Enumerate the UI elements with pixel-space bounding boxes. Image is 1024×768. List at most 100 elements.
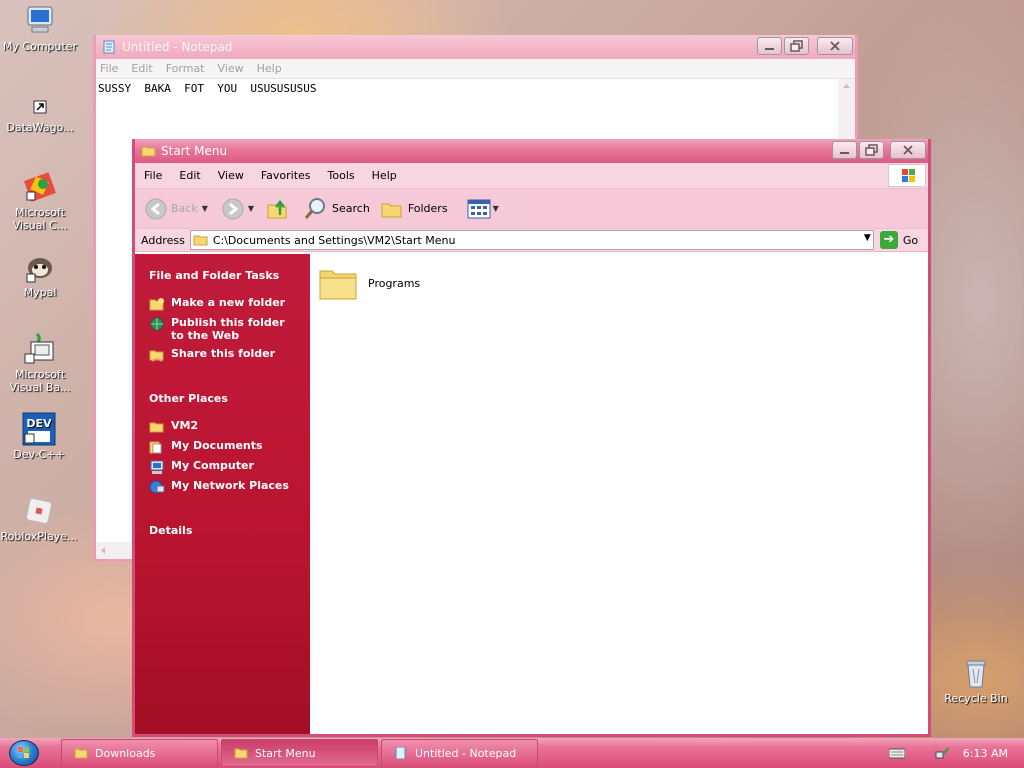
network-icon[interactable] <box>935 746 951 760</box>
close-icon <box>830 41 840 51</box>
start-button[interactable] <box>9 740 39 766</box>
address-label: Address <box>141 233 185 247</box>
minimize-icon <box>840 152 849 154</box>
back-button[interactable]: Back ▼ <box>145 198 208 220</box>
system-tray: 6:13 AM <box>884 738 1024 768</box>
menu-file[interactable]: File <box>144 169 162 182</box>
chevron-down-icon[interactable]: ▼ <box>248 204 254 213</box>
desktop-icon-mypal[interactable]: Mypal <box>0 250 80 299</box>
folders-button[interactable]: Folders <box>380 198 448 220</box>
other-places-header[interactable]: Other Places <box>135 392 310 405</box>
address-bar: Address C:\Documents and Settings\VM2\St… <box>135 228 928 252</box>
back-arrow-icon <box>145 198 167 219</box>
task-share-folder[interactable]: Share this folder <box>135 347 310 362</box>
up-folder-icon <box>267 199 287 218</box>
menu-file[interactable]: File <box>100 62 118 75</box>
menu-help[interactable]: Help <box>257 62 282 75</box>
menu-edit[interactable]: Edit <box>179 169 200 182</box>
scroll-up-icon[interactable] <box>838 79 855 93</box>
folder-label-programs[interactable]: Programs <box>368 277 420 290</box>
taskbar-item-notepad[interactable]: Untitled - Notepad <box>381 739 538 767</box>
place-my-documents[interactable]: My Documents <box>135 439 310 454</box>
place-my-network-places[interactable]: My Network Places <box>135 479 310 494</box>
folder-icon <box>193 235 208 246</box>
notepad-icon <box>102 40 116 54</box>
windows-logo-icon <box>888 164 926 187</box>
explorer-window[interactable]: Start Menu File Edit View Favorites Tool… <box>132 139 931 737</box>
windows-logo-icon <box>18 747 29 758</box>
folder-icon <box>149 422 164 433</box>
minimize-button[interactable] <box>757 37 782 55</box>
close-icon <box>903 145 913 155</box>
file-view[interactable]: Programs <box>310 254 928 734</box>
minimize-icon <box>765 48 774 50</box>
desktop-icon-label: Microsoft Visual C... <box>12 206 68 232</box>
scroll-left-icon[interactable] <box>96 542 110 559</box>
mypal-icon <box>23 250 57 284</box>
up-folder-button[interactable] <box>266 197 290 221</box>
desktop-icon-visual-basic[interactable]: Microsoft Visual Ba... <box>0 332 80 394</box>
my-computer-icon <box>150 460 164 474</box>
menu-view[interactable]: View <box>218 62 244 75</box>
network-places-icon <box>149 480 165 494</box>
address-input[interactable]: C:\Documents and Settings\VM2\Start Menu… <box>189 230 874 250</box>
folders-icon <box>381 203 402 217</box>
menu-favorites[interactable]: Favorites <box>261 169 311 182</box>
desktop-icon-dev-cpp[interactable]: DEV Dev-C++ <box>0 412 79 461</box>
desktop-icon-roblox[interactable]: RobloxPlaye... <box>0 494 79 543</box>
folder-icon <box>234 748 248 759</box>
desktop-icon-label: My Computer <box>2 40 78 53</box>
recycle-bin-icon <box>959 656 993 690</box>
explorer-titlebar[interactable]: Start Menu <box>135 139 928 163</box>
maximize-button[interactable] <box>784 37 809 55</box>
folder-icon[interactable] <box>319 266 357 300</box>
menu-tools[interactable]: Tools <box>328 169 355 182</box>
explorer-title: Start Menu <box>161 144 228 158</box>
clock[interactable]: 6:13 AM <box>963 747 1008 760</box>
notepad-titlebar[interactable]: Untitled - Notepad <box>96 35 855 59</box>
close-button[interactable] <box>890 141 926 159</box>
desktop-icon-label: Recycle Bin <box>944 692 1008 705</box>
menu-view[interactable]: View <box>218 169 244 182</box>
file-folder-tasks-header[interactable]: File and Folder Tasks <box>135 269 310 282</box>
restore-icon <box>790 40 803 52</box>
desktop-icon-label: RobloxPlaye... <box>0 530 78 543</box>
my-documents-icon <box>149 441 162 454</box>
go-button[interactable]: ➔ Go <box>879 231 918 249</box>
menu-format[interactable]: Format <box>166 62 205 75</box>
new-folder-icon <box>149 298 164 311</box>
details-header[interactable]: Details <box>135 524 310 537</box>
taskbar-item-start-menu[interactable]: Start Menu <box>221 739 378 767</box>
notepad-icon <box>395 747 406 759</box>
menu-help[interactable]: Help <box>372 169 397 182</box>
views-icon <box>467 199 491 218</box>
desktop-icon-label: Dev-C++ <box>13 448 65 461</box>
notepad-menubar: File Edit Format View Help <box>96 59 855 79</box>
desktop-icon-datawagon[interactable]: DataWago... <box>0 99 80 134</box>
notepad-text-area[interactable]: SUSSY BAKA FOT YOU USUSUSUSUS <box>96 79 855 98</box>
desktop-icon-my-computer[interactable]: My Computer <box>0 4 80 53</box>
task-publish-web[interactable]: Publish this folder to the Web <box>135 316 310 342</box>
minimize-button[interactable] <box>832 141 857 159</box>
keyboard-icon[interactable] <box>888 746 905 760</box>
close-button[interactable] <box>817 37 853 55</box>
restore-icon <box>865 144 878 156</box>
desktop-icon-label: Mypal <box>23 286 57 299</box>
task-make-new-folder[interactable]: Make a new folder <box>135 296 310 311</box>
desktop-icon-recycle-bin[interactable]: Recycle Bin <box>936 656 1016 705</box>
chevron-down-icon[interactable]: ▼ <box>202 204 208 213</box>
chevron-down-icon[interactable]: ▼ <box>493 204 499 213</box>
place-vm2[interactable]: VM2 <box>135 419 310 434</box>
menu-edit[interactable]: Edit <box>131 62 152 75</box>
place-my-computer[interactable]: My Computer <box>135 459 310 474</box>
maximize-button[interactable] <box>859 141 884 159</box>
taskbar-item-downloads[interactable]: Downloads <box>61 739 218 767</box>
folder-icon <box>141 144 157 158</box>
share-folder-icon <box>149 350 164 362</box>
chevron-down-icon[interactable]: ▼ <box>864 233 871 243</box>
desktop-icon-visual-c[interactable]: Microsoft Visual C... <box>0 170 80 232</box>
forward-button[interactable]: ▼ <box>222 198 254 220</box>
visual-basic-icon <box>23 332 57 366</box>
views-button[interactable]: ▼ <box>466 198 499 220</box>
search-button[interactable]: Search <box>304 197 370 221</box>
